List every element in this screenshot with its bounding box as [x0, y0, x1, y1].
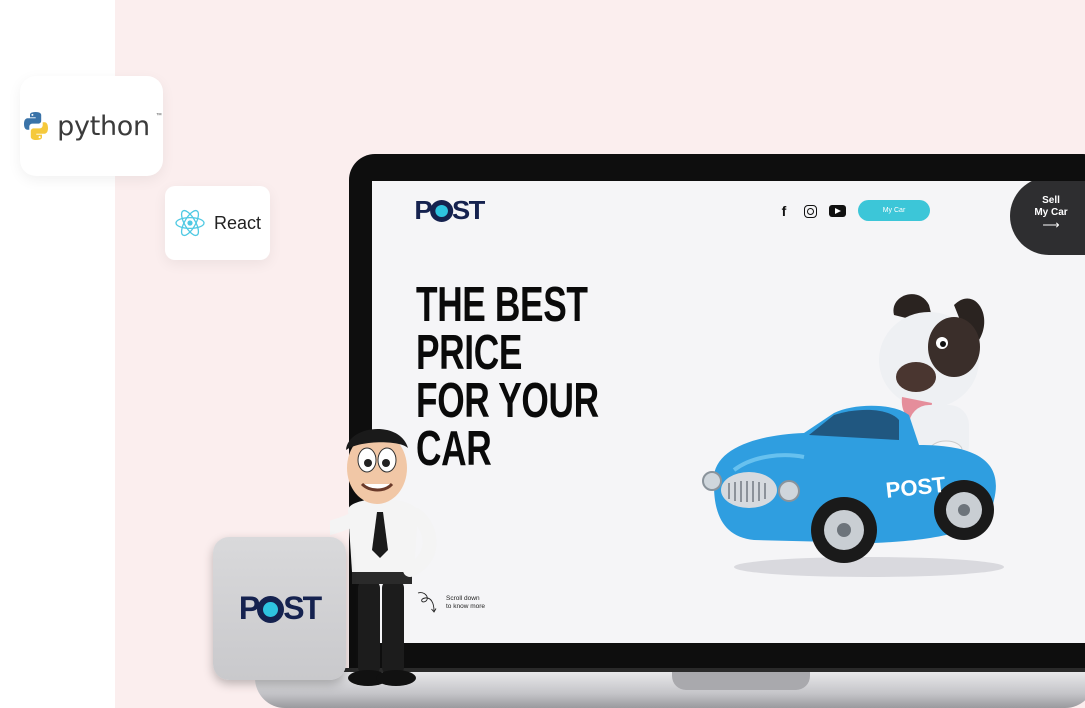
arrow-right-icon: ⟶: [1042, 218, 1060, 232]
sign-logo-suffix: ST: [283, 590, 322, 626]
youtube-icon[interactable]: [829, 205, 846, 217]
react-label: React: [213, 212, 262, 233]
my-car-button[interactable]: My Car: [858, 200, 930, 221]
headline-line: PRICE: [416, 326, 523, 380]
hero-headline: THE BEST PRICE FOR YOUR CAR: [416, 278, 599, 476]
python-badge: python ™: [20, 76, 163, 176]
react-logo-icon: [175, 209, 205, 237]
instagram-icon[interactable]: [804, 204, 817, 218]
laptop-notch: [672, 672, 810, 690]
car-shadow: [734, 557, 1004, 577]
scroll-hint-line2: to know more: [446, 603, 486, 610]
sell-line1: Sell: [1042, 195, 1060, 206]
hero-car-illustration: POST: [702, 294, 1004, 577]
scroll-hint-line1: Scroll down: [446, 595, 480, 602]
python-label: python: [57, 110, 150, 142]
sell-line2: My Car: [1034, 207, 1068, 218]
python-logo-icon: [24, 112, 49, 140]
facebook-icon[interactable]: f: [776, 203, 792, 219]
website-screen: P ST f My Car Sell My Car ⟶ THE BEST PRIC…: [372, 181, 1085, 643]
headline-line: FOR YOUR: [416, 374, 599, 428]
headline-line: CAR: [416, 422, 492, 476]
logo-suffix: ST: [451, 194, 485, 225]
post-sign-card: P ST: [213, 537, 346, 680]
sign-logo-wheel-icon: [257, 596, 285, 623]
logo-wheel-icon: [429, 199, 454, 222]
social-links: f: [776, 203, 846, 219]
python-trademark: ™: [155, 113, 162, 119]
sell-my-car-button[interactable]: Sell My Car ⟶: [1010, 181, 1085, 255]
businessman-mascot: [330, 429, 437, 686]
headline-line: THE BEST: [416, 278, 588, 332]
showcase-stage: python ™ React P ST f My Car Sell My Car…: [0, 0, 1085, 708]
site-logo[interactable]: P ST: [414, 194, 485, 225]
react-badge: React: [165, 186, 270, 260]
logo-prefix: P: [414, 194, 432, 225]
sign-logo-prefix: P: [238, 590, 260, 626]
